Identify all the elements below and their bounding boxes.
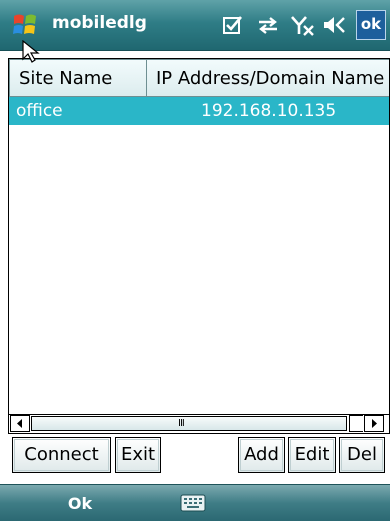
speaker-muted-icon[interactable] (322, 14, 350, 36)
sync-arrows-icon[interactable] (256, 14, 280, 36)
connect-button[interactable]: Connect (12, 437, 111, 473)
row-site-name: office (16, 101, 63, 121)
title-bar: mobiledlg ok (0, 0, 390, 51)
add-button[interactable]: Add (238, 437, 285, 473)
del-button[interactable]: Del (339, 437, 385, 473)
mouse-pointer-icon (22, 40, 40, 63)
list-row[interactable]: office 192.168.10.135 (9, 97, 389, 125)
column-header-address[interactable]: IP Address/Domain Name (146, 59, 389, 97)
app-title: mobiledlg (52, 13, 147, 33)
keyboard-icon[interactable] (180, 494, 206, 512)
column-header-site-name[interactable]: Site Name (9, 59, 147, 97)
scroll-spacer (349, 415, 363, 432)
right-arrow-icon (372, 419, 377, 428)
scroll-grip: III (178, 418, 185, 429)
ok-button[interactable]: ok (356, 10, 386, 40)
scroll-left-button[interactable] (10, 415, 30, 432)
checkbox-icon[interactable] (222, 14, 244, 36)
edit-button[interactable]: Edit (288, 437, 336, 473)
no-signal-icon[interactable] (290, 14, 316, 36)
row-address: 192.168.10.135 (201, 101, 337, 121)
exit-button[interactable]: Exit (115, 437, 161, 473)
softkey-ok[interactable]: Ok (40, 485, 120, 521)
soft-key-bar: Ok (0, 484, 390, 521)
site-list[interactable]: Site Name IP Address/Domain Name office … (8, 58, 390, 434)
left-arrow-icon (17, 419, 22, 428)
scroll-right-button[interactable] (364, 415, 384, 432)
horizontal-scrollbar[interactable]: III (9, 414, 389, 433)
list-header: Site Name IP Address/Domain Name (9, 59, 389, 97)
scroll-thumb[interactable]: III (31, 416, 347, 431)
start-logo-icon[interactable] (11, 11, 39, 39)
